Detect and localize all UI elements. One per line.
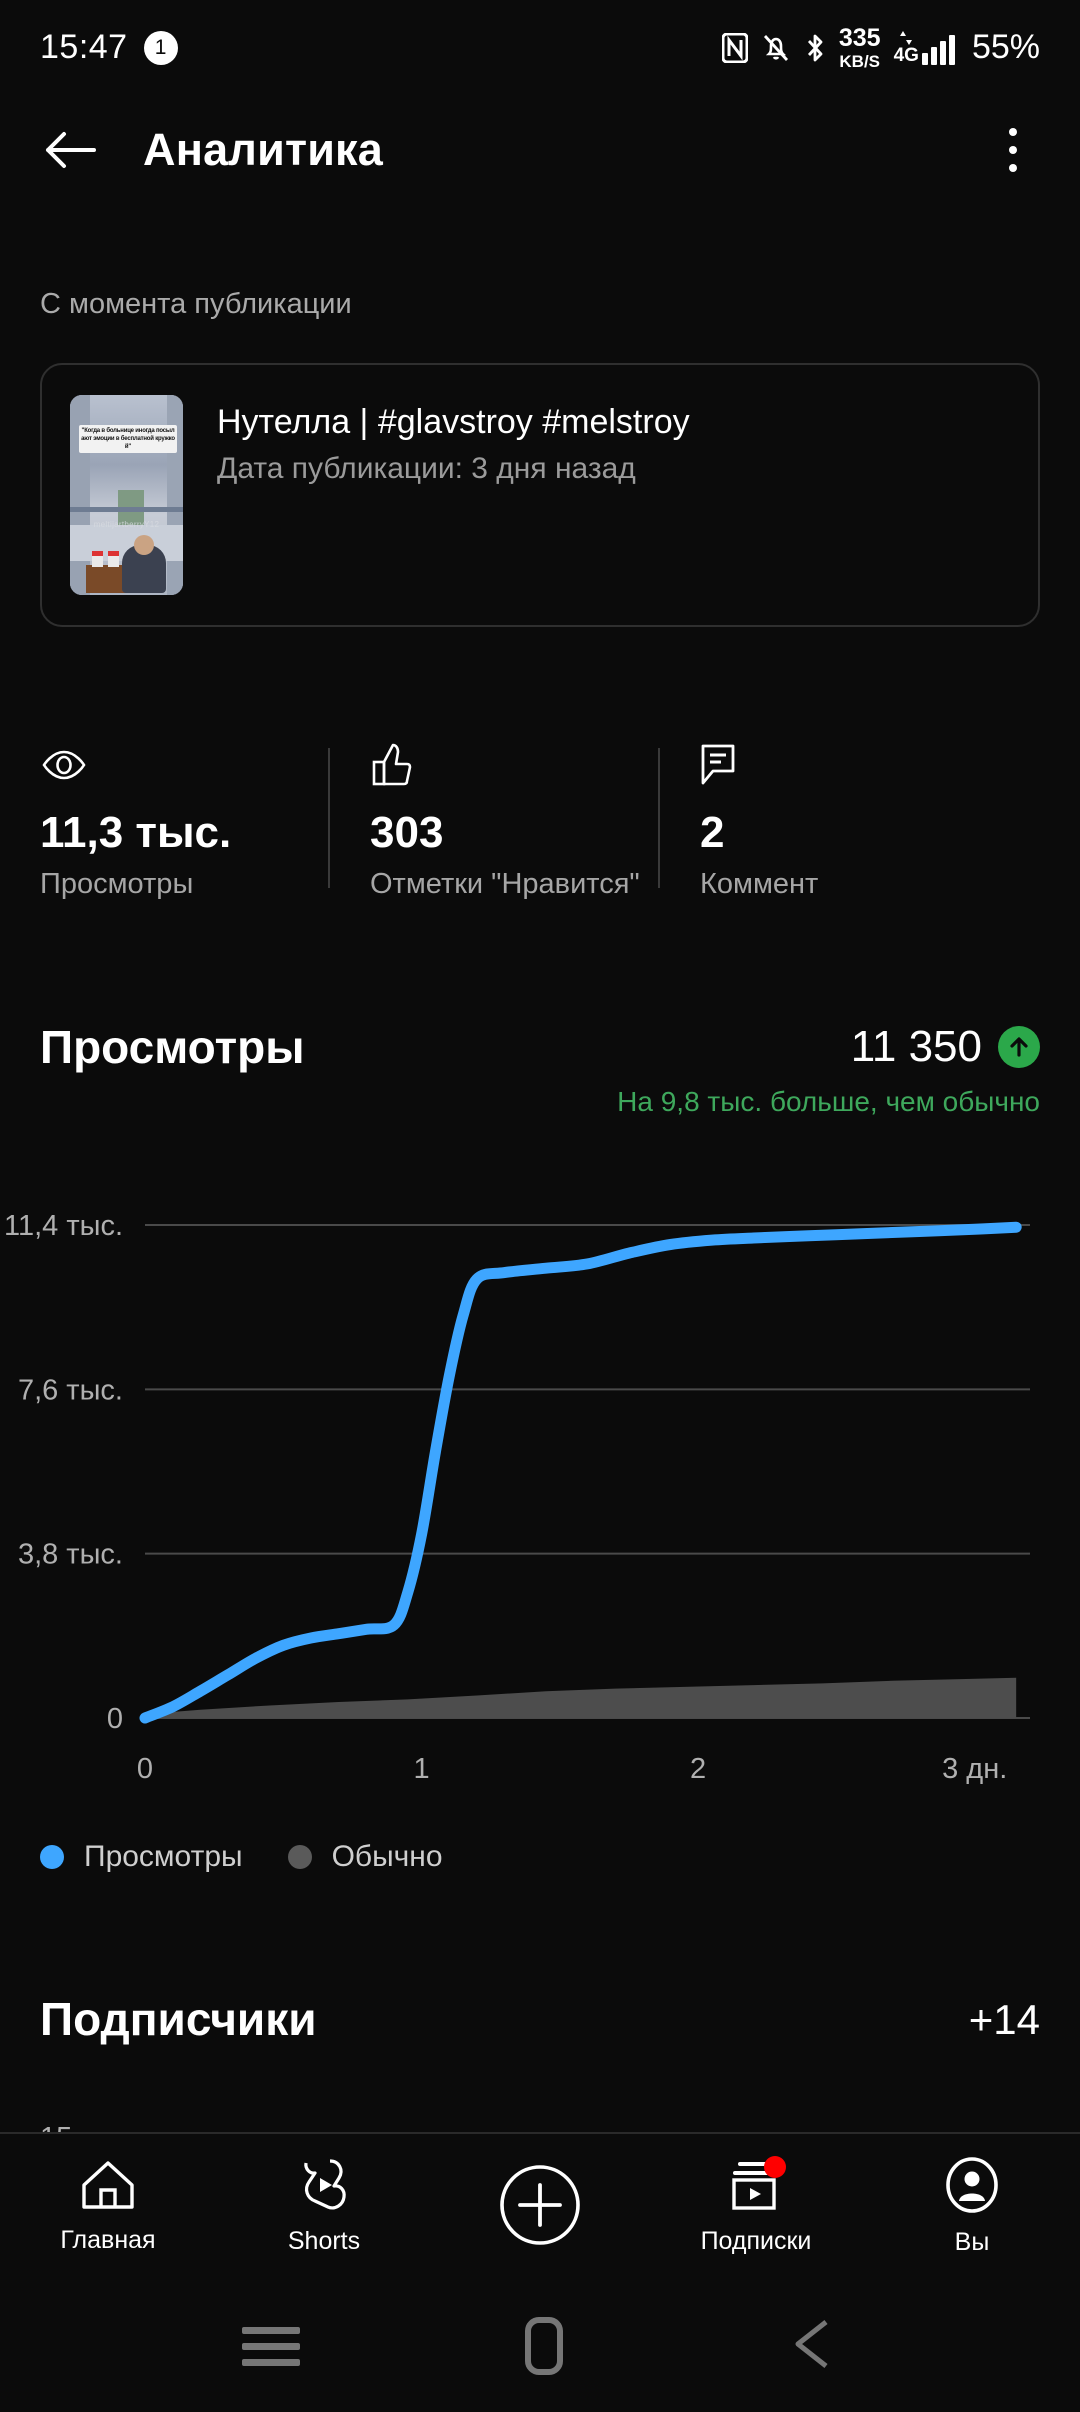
system-navigation-bar — [0, 2280, 1080, 2412]
create-plus-icon — [498, 2163, 582, 2252]
clock: 15:47 — [40, 28, 128, 66]
subscriptions-icon — [728, 2156, 786, 2217]
thumbnail-watermark: meltijartberryY12 — [93, 520, 160, 529]
chart-views-line — [139, 1221, 1022, 1724]
chart-y-tick: 7,6 тыс. — [18, 1374, 123, 1406]
arrow-up-circle-icon — [998, 1026, 1040, 1068]
network-type: 4G — [894, 30, 919, 65]
stat-views-value: 11,3 тыс. — [40, 808, 232, 857]
stat-divider — [328, 748, 330, 888]
nav-label-shorts: Shorts — [287, 2227, 361, 2255]
page-title: Аналитика — [143, 124, 384, 175]
cellular-indicator: 4G — [894, 30, 955, 65]
legend-label: Просмотры — [84, 1840, 243, 1873]
nav-item-shorts[interactable]: Shorts — [216, 2133, 432, 2281]
nfc-icon — [721, 32, 748, 63]
subscribers-delta: +14 — [968, 1996, 1040, 2043]
account-avatar-icon — [944, 2157, 1000, 2218]
thumbnail-caption: "Когда в больнице иногда посылают эмоции… — [79, 425, 177, 454]
stat-likes: 303 Отметки "Нравится" — [328, 740, 658, 920]
signal-bars-icon — [921, 35, 955, 65]
home-icon — [80, 2159, 136, 2216]
video-title: Нутелла | #glavstroy #melstroy — [217, 403, 690, 441]
subscriptions-badge — [764, 2156, 786, 2178]
video-thumbnail: "Когда в больнице иногда посылают эмоции… — [70, 395, 183, 595]
shorts-icon — [299, 2158, 349, 2217]
chart-typical-area — [145, 1677, 1017, 1718]
chart-y-tick: 0 — [107, 1703, 123, 1735]
legend-item-typical: Обычно — [287, 1840, 443, 1874]
views-summary: 11 350 На 9,8 тыс. больше, чем обычно — [617, 1022, 1040, 1118]
status-bar-left: 15:47 1 — [40, 28, 178, 67]
views-chart[interactable]: 11,4 тыс. 7,6 тыс. 3,8 тыс. 0 0 1 2 3 дн. — [0, 1190, 1080, 1890]
battery-percent: 55% — [971, 28, 1040, 66]
notification-count-badge: 1 — [143, 30, 178, 65]
bottom-navigation: Главная Shorts Подписки Вы — [0, 2132, 1080, 2280]
stat-comments: 2 Коммент — [658, 740, 1078, 920]
stat-divider — [658, 748, 660, 888]
network-speed-value: 335 — [838, 23, 881, 52]
subscribers-title: Подписчики — [40, 1993, 317, 2045]
views-comparison: На 9,8 тыс. больше, чем обычно — [617, 1086, 1040, 1117]
app-bar: Аналитика — [0, 95, 1080, 205]
video-card[interactable]: "Когда в больнице иногда посылают эмоции… — [40, 363, 1040, 627]
views-total: 11 350 — [850, 1022, 982, 1071]
nav-item-create[interactable] — [432, 2133, 648, 2281]
legend-dot — [40, 1845, 64, 1869]
nav-item-subscriptions[interactable]: Подписки — [648, 2133, 864, 2281]
stat-comments-value: 2 — [700, 808, 725, 857]
nav-item-home[interactable]: Главная — [0, 2133, 216, 2281]
status-bar: 15:47 1 335 KB/S 4G 55% — [0, 0, 1080, 95]
chart-y-tick: 11,4 тыс. — [4, 1210, 123, 1242]
nav-label-subscriptions: Подписки — [700, 2227, 812, 2255]
subscribers-section: Подписчики +14 — [40, 1992, 1040, 2046]
recents-icon[interactable] — [242, 2318, 300, 2375]
chart-legend: Просмотры Обычно — [40, 1840, 443, 1874]
views-section-header: Просмотры 11 350 На 9,8 тыс. больше, чем… — [40, 1020, 1040, 1130]
legend-dot — [287, 1845, 312, 1869]
views-line-chart[interactable]: 11,4 тыс. 7,6 тыс. 3,8 тыс. 00 1 2 3 дн. — [0, 1190, 1080, 1890]
stat-comments-label: Коммент — [700, 868, 819, 900]
nav-item-you[interactable]: Вы — [864, 2133, 1080, 2281]
nav-label-you: Вы — [954, 2228, 990, 2256]
stat-views-label: Просмотры — [40, 868, 194, 900]
eye-icon — [40, 740, 328, 790]
bell-muted-icon — [761, 32, 791, 64]
thumbs-up-icon — [370, 740, 658, 790]
chart-x-tick: 3 дн. — [942, 1753, 1007, 1785]
status-bar-right: 335 KB/S 4G 55% — [721, 23, 1040, 71]
since-published-label: С момента публикации — [40, 288, 352, 320]
legend-label: Обычно — [331, 1840, 443, 1873]
chart-x-tick: 1 — [413, 1753, 429, 1785]
nav-label-home: Главная — [60, 2226, 156, 2254]
back-triangle-icon[interactable] — [788, 2316, 838, 2377]
video-card-text: Нутелла | #glavstroy #melstroy Дата публ… — [217, 395, 690, 486]
analytics-screen: 15:47 1 335 KB/S 4G 55% Аналитика С моме… — [0, 0, 1080, 2412]
overflow-menu-icon[interactable] — [988, 122, 1038, 178]
legend-item-views: Просмотры — [40, 1840, 243, 1874]
comment-icon — [700, 740, 1078, 790]
network-speed-indicator: 335 KB/S — [838, 23, 881, 71]
chart-y-tick: 3,8 тыс. — [18, 1539, 123, 1571]
video-publish-date: Дата публикации: 3 дня назад — [217, 452, 636, 485]
chart-x-tick: 2 — [690, 1753, 706, 1785]
back-arrow-icon[interactable] — [40, 120, 100, 180]
network-speed-unit: KB/S — [839, 51, 881, 71]
chart-x-tick: 0 — [137, 1753, 153, 1785]
stat-likes-value: 303 — [370, 808, 444, 857]
stat-views: 11,3 тыс. Просмотры — [0, 740, 328, 920]
stats-row: 11,3 тыс. Просмотры 303 Отметки "Нравитс… — [0, 740, 1080, 920]
bluetooth-icon — [804, 32, 826, 64]
home-pill-icon[interactable] — [525, 2317, 563, 2375]
data-arrows-icon — [900, 31, 913, 45]
stat-likes-label: Отметки "Нравится" — [370, 868, 640, 900]
